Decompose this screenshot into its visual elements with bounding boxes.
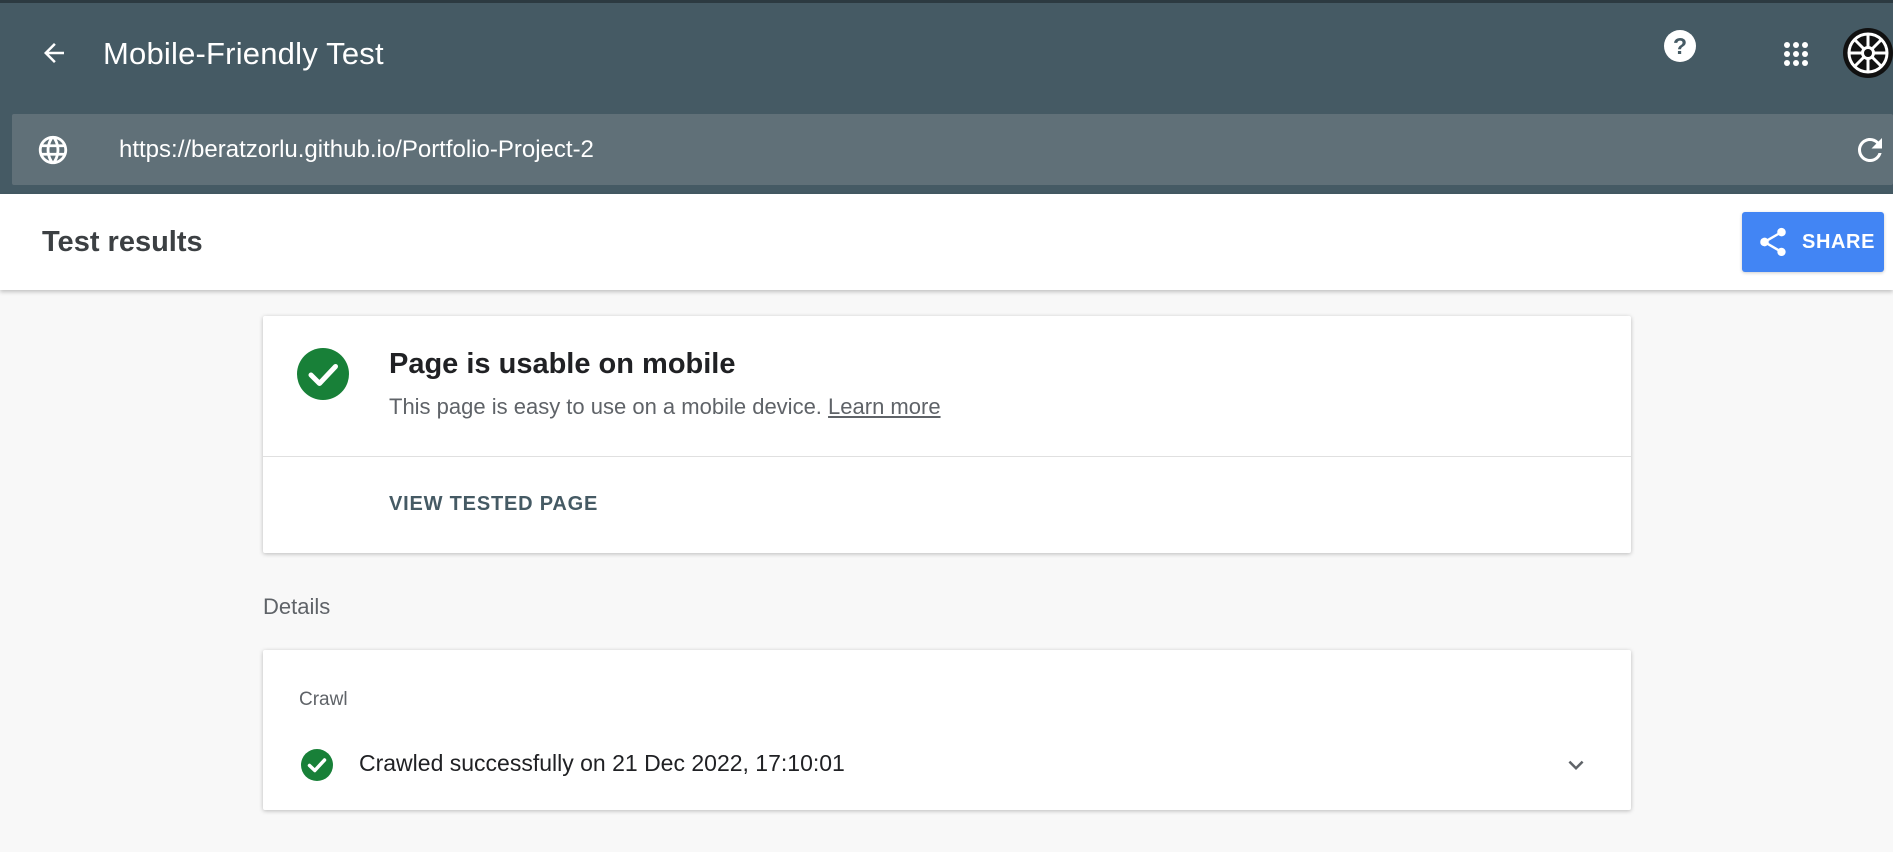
crawl-section-label: Crawl: [299, 689, 348, 710]
share-icon: [1760, 227, 1786, 257]
apps-button[interactable]: [1778, 36, 1814, 72]
app-header: Mobile-Friendly Test ?: [0, 0, 1893, 194]
view-tested-page-button[interactable]: VIEW TESTED PAGE: [389, 493, 598, 516]
share-button[interactable]: SHARE: [1742, 212, 1884, 272]
help-button[interactable]: ?: [1664, 30, 1696, 62]
result-description-text: This page is easy to use on a mobile dev…: [389, 394, 822, 419]
reload-button[interactable]: [1852, 132, 1888, 168]
url-input[interactable]: [119, 130, 1819, 170]
apps-grid-icon: [1784, 42, 1808, 66]
crawl-status-row[interactable]: Crawled successfully on 21 Dec 2022, 17:…: [263, 740, 1631, 790]
check-circle-icon: [301, 749, 333, 781]
chevron-down-icon[interactable]: [1561, 750, 1591, 780]
result-headline: Page is usable on mobile: [389, 348, 736, 380]
share-label: SHARE: [1802, 230, 1876, 253]
crawl-details-card: Crawl Crawled successfully on 21 Dec 202…: [263, 650, 1631, 810]
arrow-back-icon: [44, 43, 64, 63]
divider: [263, 456, 1631, 457]
page-title: Test results: [42, 226, 203, 258]
account-avatar[interactable]: [1843, 28, 1893, 78]
result-description: This page is easy to use on a mobile dev…: [389, 392, 941, 422]
learn-more-link[interactable]: Learn more: [828, 394, 941, 419]
reload-icon: [1858, 138, 1882, 162]
back-button[interactable]: [34, 33, 74, 73]
crawl-status-text: Crawled successfully on 21 Dec 2022, 17:…: [359, 750, 845, 776]
avatar-emblem: [1844, 29, 1892, 77]
details-heading: Details: [263, 594, 331, 619]
results-toolbar: Test results SHARE: [0, 194, 1893, 290]
help-icon: ?: [1672, 32, 1688, 59]
check-circle-icon: [297, 348, 349, 400]
app-title: Mobile-Friendly Test: [103, 36, 384, 71]
globe-icon: [38, 135, 68, 165]
result-summary-card: Page is usable on mobile This page is ea…: [263, 316, 1631, 553]
url-bar: [12, 114, 1893, 185]
